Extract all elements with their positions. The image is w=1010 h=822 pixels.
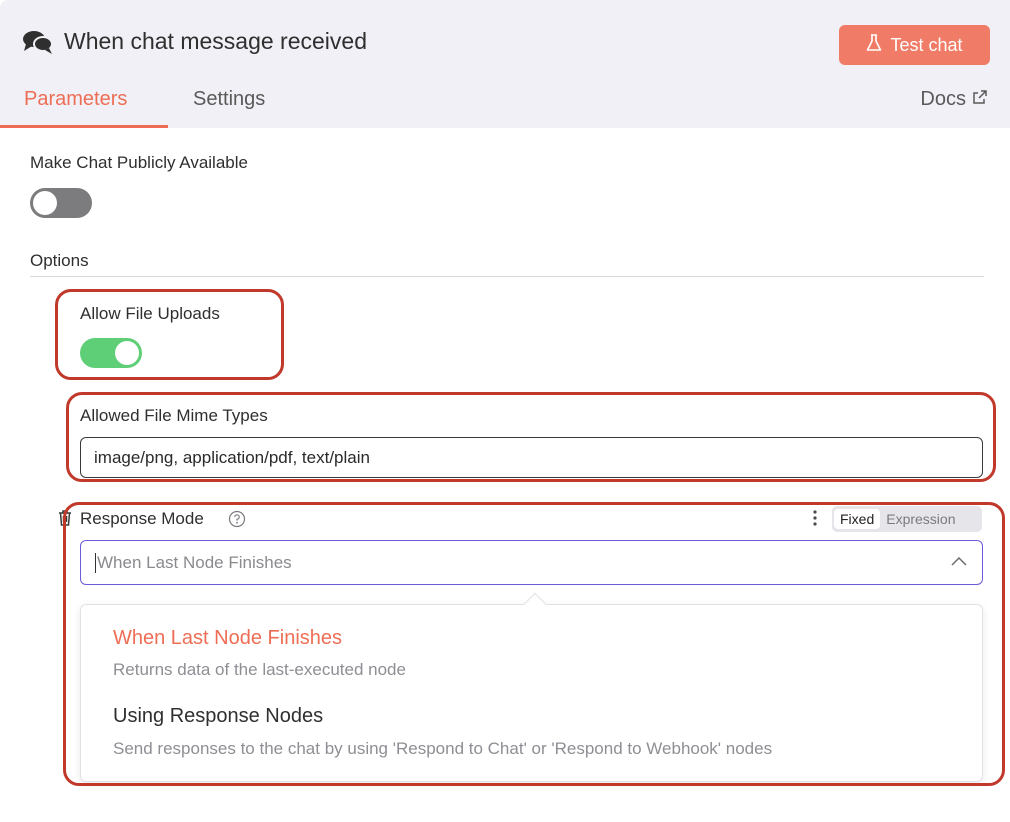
docs-label: Docs <box>920 88 966 110</box>
title-row: When chat message received <box>22 28 367 55</box>
test-chat-label: Test chat <box>890 34 963 55</box>
node-header: When chat message received Test chat Par… <box>0 0 1010 128</box>
active-tab-indicator <box>0 125 168 128</box>
tab-parameters[interactable]: Parameters <box>24 88 127 111</box>
annotation-mime-types <box>66 392 996 482</box>
external-link-icon <box>972 88 988 111</box>
public-label: Make Chat Publicly Available <box>30 153 248 172</box>
flask-icon <box>866 33 882 57</box>
public-toggle[interactable] <box>30 188 92 218</box>
options-heading: Options <box>30 251 89 270</box>
node-title: When chat message received <box>64 28 367 54</box>
annotation-allow-file-uploads <box>55 289 284 380</box>
test-chat-button[interactable]: Test chat <box>839 25 990 65</box>
docs-link[interactable]: Docs <box>920 88 988 111</box>
tabs: Parameters Settings Docs <box>0 80 1010 128</box>
annotation-response-mode <box>63 502 1005 786</box>
chat-bubbles-icon <box>22 29 54 55</box>
tab-settings[interactable]: Settings <box>193 88 265 111</box>
options-divider <box>30 276 984 277</box>
toggle-knob <box>33 191 57 215</box>
